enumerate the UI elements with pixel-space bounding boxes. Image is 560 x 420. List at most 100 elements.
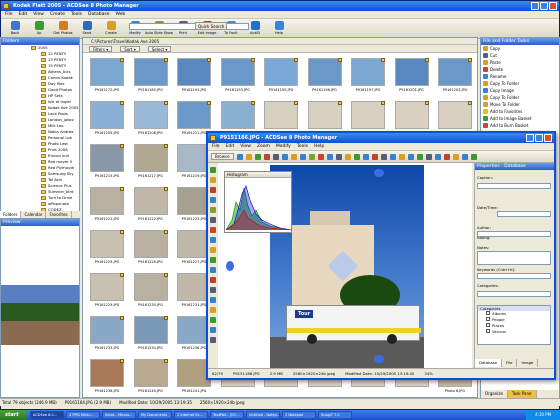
viewer-tool-icon[interactable] bbox=[380, 153, 387, 160]
viewer-menu-item[interactable]: View bbox=[240, 143, 251, 150]
viewer-tool-icon[interactable] bbox=[299, 153, 306, 160]
viewer-close-icon[interactable] bbox=[544, 134, 552, 142]
viewer-tool-icon[interactable] bbox=[407, 153, 414, 160]
viewer-tool-icon[interactable] bbox=[416, 153, 423, 160]
viewer-tool-icon[interactable] bbox=[335, 153, 342, 160]
thumbnail[interactable]: P9161205.JPG bbox=[87, 99, 127, 139]
quick-search-input[interactable] bbox=[129, 23, 249, 30]
task-link[interactable]: Add to Favorites bbox=[481, 108, 559, 115]
thumbnail[interactable]: P9161191.JPG bbox=[174, 56, 214, 96]
thumbnail[interactable]: P9161221.JPG bbox=[87, 185, 127, 225]
scroll-left-icon[interactable] bbox=[226, 261, 234, 271]
organize-field[interactable] bbox=[477, 291, 551, 297]
side-tool-icon[interactable] bbox=[210, 227, 216, 233]
toolbar-button[interactable]: Help bbox=[267, 19, 291, 38]
taskbar-button[interactable]: 2 Internet Ex... bbox=[174, 411, 208, 419]
viewer-tool-icon[interactable] bbox=[344, 153, 351, 160]
viewer-tool-icon[interactable] bbox=[263, 153, 270, 160]
viewer-tool-icon[interactable] bbox=[389, 153, 396, 160]
side-tool-icon[interactable] bbox=[210, 257, 216, 263]
side-tool-icon[interactable] bbox=[210, 267, 216, 273]
maximize-icon[interactable] bbox=[540, 2, 548, 10]
thumbnail[interactable]: P9161201.JPG bbox=[392, 56, 432, 96]
thumbnail[interactable]: P9161229.JPG bbox=[87, 271, 127, 311]
author-field[interactable] bbox=[477, 231, 551, 237]
menu-item[interactable]: File bbox=[5, 11, 13, 18]
datetime-field[interactable] bbox=[497, 211, 551, 217]
minimize-icon[interactable] bbox=[531, 2, 539, 10]
thumbnail[interactable]: P9161225.JPG bbox=[87, 228, 127, 268]
viewer-menu-item[interactable]: Edit bbox=[226, 143, 235, 150]
viewer-minimize-icon[interactable] bbox=[526, 134, 534, 142]
menu-item[interactable]: Database bbox=[88, 11, 109, 18]
side-tool-icon[interactable] bbox=[210, 197, 216, 203]
thumbnail[interactable]: P9161215.JPG bbox=[87, 142, 127, 182]
thumbnail[interactable]: P9161233.JPG bbox=[87, 314, 127, 354]
side-tool-icon[interactable] bbox=[210, 297, 216, 303]
folders-tab[interactable]: Folders bbox=[0, 211, 22, 218]
filter-dropdown[interactable]: Select ▾ bbox=[147, 46, 172, 52]
caption-field[interactable] bbox=[477, 183, 551, 189]
side-tool-icon[interactable] bbox=[210, 337, 216, 343]
taskbar-button[interactable]: 4 PPIS Mixtu... bbox=[66, 411, 100, 419]
keywords-field[interactable] bbox=[477, 273, 551, 279]
properties-tab[interactable]: Database bbox=[475, 359, 503, 367]
side-tool-icon[interactable] bbox=[210, 307, 216, 313]
thumbnail[interactable]: P9161197.JPG bbox=[348, 56, 388, 96]
task-link[interactable]: Delete bbox=[481, 66, 559, 73]
side-tool-icon[interactable] bbox=[210, 287, 216, 293]
notes-field[interactable] bbox=[477, 251, 551, 265]
task-link[interactable]: Copy To Folder bbox=[481, 94, 559, 101]
category-item[interactable]: Various bbox=[478, 329, 550, 335]
viewer-menu-item[interactable]: File bbox=[212, 143, 220, 150]
thumbnail[interactable]: P9161195.JPG bbox=[261, 56, 301, 96]
side-tool-icon[interactable] bbox=[210, 207, 216, 213]
task-link[interactable]: Copy bbox=[481, 45, 559, 52]
thumbnail[interactable]: P9161196.JPG bbox=[305, 56, 345, 96]
viewer-tool-icon[interactable] bbox=[317, 153, 324, 160]
category-checkbox[interactable] bbox=[486, 317, 490, 321]
start-button[interactable]: start bbox=[0, 410, 28, 420]
folders-tab[interactable]: Calendar bbox=[21, 211, 47, 218]
taskbar-button[interactable]: 2 Notepad bbox=[282, 411, 316, 419]
task-link[interactable]: Move To Folder bbox=[481, 101, 559, 108]
viewer-tool-icon[interactable] bbox=[308, 153, 315, 160]
task-pane-tab[interactable]: Task Pane bbox=[507, 390, 537, 398]
task-link[interactable]: Rename bbox=[481, 73, 559, 80]
side-tool-icon[interactable] bbox=[210, 237, 216, 243]
menu-item[interactable]: Create bbox=[50, 11, 65, 18]
menu-item[interactable]: Edit bbox=[19, 11, 28, 18]
thumbnail[interactable]: P9161238.JPG bbox=[87, 357, 127, 397]
histogram-panel[interactable]: Histogram bbox=[224, 171, 292, 233]
category-checkbox[interactable] bbox=[486, 323, 490, 327]
viewer-menu-item[interactable]: Zoom bbox=[257, 143, 270, 150]
scroll-up-icon[interactable] bbox=[374, 169, 384, 177]
taskbar-button[interactable]: Untitled - Notep... bbox=[246, 411, 280, 419]
toolbar-button[interactable]: Up bbox=[27, 19, 51, 38]
viewer-tool-icon[interactable] bbox=[353, 153, 360, 160]
viewer-menu-item[interactable]: Help bbox=[314, 143, 324, 150]
side-tool-icon[interactable] bbox=[210, 217, 216, 223]
thumbnail[interactable]: P9161208.JPG bbox=[131, 99, 171, 139]
thumbnail[interactable]: P9161217.JPG bbox=[131, 142, 171, 182]
taskbar-button[interactable]: TextPad - [D:\... bbox=[210, 411, 244, 419]
viewer-tool-icon[interactable] bbox=[452, 153, 459, 160]
menu-item[interactable]: Tools bbox=[71, 11, 82, 18]
address-bar[interactable]: C:\Pictures\Travel\Kodak Ave 2005 bbox=[83, 38, 477, 45]
viewer-menu-item[interactable]: Tools bbox=[297, 143, 308, 150]
thumbnail[interactable]: P9161230.JPG bbox=[131, 271, 171, 311]
quick-search-button[interactable]: Quick Search bbox=[195, 22, 228, 30]
side-tool-icon[interactable] bbox=[210, 247, 216, 253]
taskbar-button[interactable]: My Documents bbox=[138, 411, 172, 419]
viewer-tool-icon[interactable] bbox=[461, 153, 468, 160]
viewer-tool-icon[interactable] bbox=[290, 153, 297, 160]
task-link[interactable]: Paste bbox=[481, 59, 559, 66]
toolbar-button[interactable]: Create bbox=[99, 19, 123, 38]
side-tool-icon[interactable] bbox=[210, 277, 216, 283]
toolbar-button[interactable]: Back bbox=[3, 19, 27, 38]
thumbnail[interactable]: P9161222.JPG bbox=[131, 185, 171, 225]
viewer-tool-icon[interactable] bbox=[281, 153, 288, 160]
toolbar-button[interactable]: Send bbox=[75, 19, 99, 38]
viewer-tool-icon[interactable] bbox=[236, 153, 243, 160]
thumbnail[interactable]: P9161234.JPG bbox=[131, 314, 171, 354]
